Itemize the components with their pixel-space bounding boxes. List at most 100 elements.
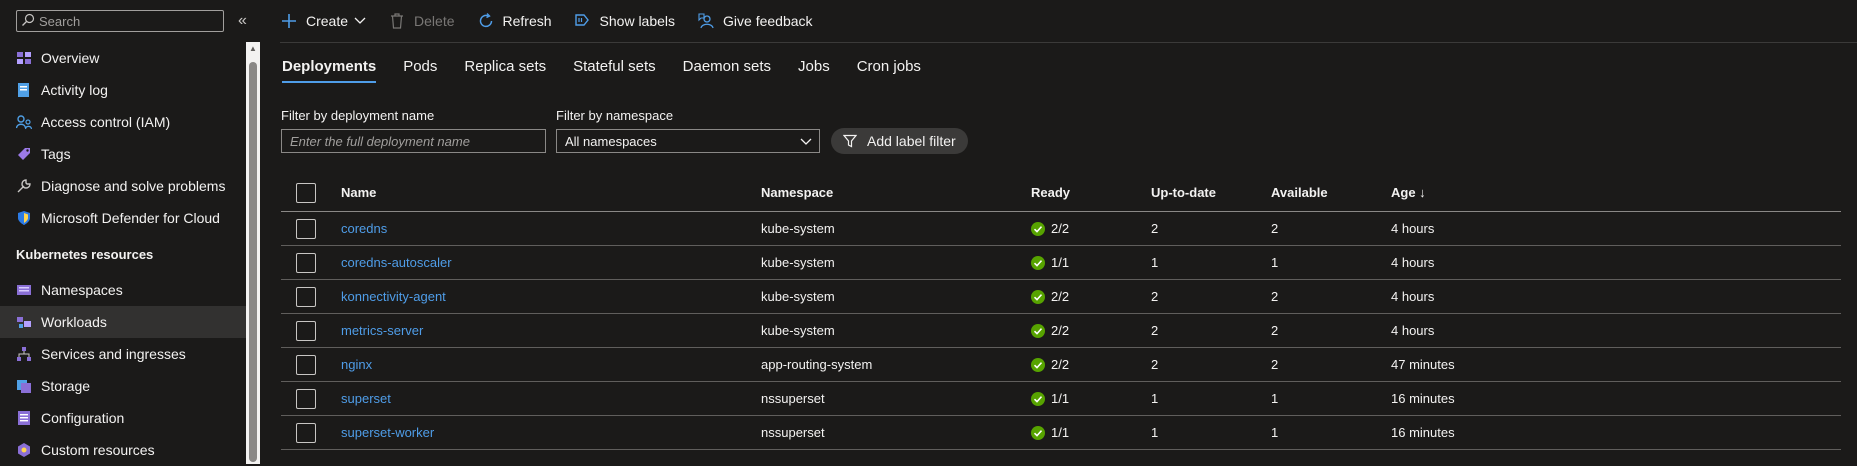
- sidebar-item-tags[interactable]: Tags: [0, 138, 246, 170]
- deployment-name-link[interactable]: konnectivity-agent: [341, 289, 446, 304]
- storage-icon: [16, 378, 32, 394]
- deployment-name-link[interactable]: metrics-server: [341, 323, 423, 338]
- cell-available: 2: [1271, 357, 1279, 372]
- sidebar-item-iam[interactable]: Access control (IAM): [0, 106, 246, 138]
- custom-resources-icon: [16, 442, 32, 458]
- cell-name: superset: [341, 382, 391, 415]
- cell-namespace: nssuperset: [761, 391, 825, 406]
- table-body: coredns kube-system 2/2 2 2 4 hours coredns-au…: [281, 212, 1841, 450]
- filter-icon: [843, 134, 857, 148]
- configuration-icon: [16, 410, 32, 426]
- search-input[interactable]: [35, 12, 221, 30]
- show-labels-button[interactable]: Show labels: [574, 12, 676, 30]
- column-header-available[interactable]: Available: [1271, 174, 1328, 211]
- table-row[interactable]: metrics-server kube-system 2/2 2 2 4 hours: [281, 314, 1841, 348]
- cell-ready: 2/2: [1031, 280, 1069, 313]
- tab-jobs[interactable]: Jobs: [798, 58, 830, 83]
- cell-uptodate: 2: [1151, 289, 1159, 304]
- delete-button[interactable]: Delete: [388, 12, 455, 30]
- row-checkbox[interactable]: [296, 286, 316, 307]
- sidebar: « Overview Activity log Access control (…: [0, 0, 262, 464]
- sidebar-scrollbar-thumb[interactable]: [249, 62, 257, 462]
- success-check-icon: [1031, 221, 1045, 236]
- chevron-down-icon: [354, 13, 366, 29]
- table-row[interactable]: nginx app-routing-system 2/2 2 2 47 minutes: [281, 348, 1841, 382]
- sidebar-item-configuration[interactable]: Configuration: [0, 402, 246, 434]
- row-checkbox-cell: [296, 382, 316, 415]
- sidebar-item-services[interactable]: Services and ingresses: [0, 338, 246, 370]
- sidebar-item-custom-resources[interactable]: Custom resources: [0, 434, 246, 466]
- row-checkbox[interactable]: [296, 388, 316, 409]
- deployment-name-link[interactable]: coredns-autoscaler: [341, 255, 452, 270]
- cell-available: 2: [1271, 221, 1279, 236]
- tab-deployments[interactable]: Deployments: [282, 58, 377, 83]
- cell-uptodate: 2: [1151, 221, 1159, 236]
- deployment-name-link[interactable]: superset-worker: [341, 425, 434, 440]
- sidebar-item-defender[interactable]: Microsoft Defender for Cloud: [0, 202, 246, 234]
- success-check-icon: [1031, 391, 1045, 406]
- select-all-checkbox[interactable]: [296, 182, 316, 203]
- give-feedback-button[interactable]: Give feedback: [697, 12, 813, 30]
- labels-icon: [574, 12, 592, 30]
- row-checkbox[interactable]: [296, 218, 316, 239]
- ready-value: 2/2: [1051, 221, 1070, 236]
- tab-cron-jobs[interactable]: Cron jobs: [857, 58, 921, 83]
- sidebar-item-workloads[interactable]: Workloads: [0, 306, 246, 338]
- deployment-name-link[interactable]: nginx: [341, 357, 372, 372]
- cell-age: 4 hours: [1391, 323, 1435, 338]
- table-row[interactable]: coredns kube-system 2/2 2 2 4 hours: [281, 212, 1841, 246]
- cell-ready: 2/2: [1031, 314, 1069, 347]
- column-header-age[interactable]: Age ↓: [1391, 174, 1426, 211]
- select-all-checkbox-cell: [296, 174, 316, 211]
- row-checkbox[interactable]: [296, 320, 316, 341]
- column-header-ready[interactable]: Ready: [1031, 174, 1070, 211]
- cell-uptodate: 1: [1151, 391, 1159, 406]
- success-check-icon: [1031, 255, 1045, 270]
- deployment-name-filter-input[interactable]: [281, 129, 546, 153]
- give-feedback-label: Give feedback: [723, 13, 813, 29]
- table-row[interactable]: konnectivity-agent kube-system 2/2 2 2 4 hour…: [281, 280, 1841, 314]
- sidebar-item-label: Configuration: [41, 410, 125, 426]
- column-header-namespace[interactable]: Namespace: [761, 174, 833, 211]
- scroll-up-arrow-icon[interactable]: ▲: [248, 44, 258, 54]
- column-header-name[interactable]: Name: [341, 174, 376, 211]
- row-checkbox-cell: [296, 212, 316, 245]
- sidebar-item-overview[interactable]: Overview: [0, 42, 246, 74]
- cell-available: 2: [1271, 323, 1279, 338]
- sidebar-item-label: Activity log: [41, 82, 108, 98]
- namespaces-icon: [16, 282, 32, 298]
- table-row[interactable]: superset nssuperset 1/1 1 1 16 minutes: [281, 382, 1841, 416]
- table-header-row: Name Namespace Ready Up-to-date Availabl…: [281, 174, 1841, 212]
- add-label-filter-button[interactable]: Add label filter: [831, 128, 968, 154]
- sidebar-item-activity-log[interactable]: Activity log: [0, 74, 246, 106]
- tab-stateful-sets[interactable]: Stateful sets: [573, 58, 656, 83]
- search-box[interactable]: [16, 10, 224, 32]
- tab-daemon-sets[interactable]: Daemon sets: [683, 58, 771, 83]
- sidebar-item-label: Diagnose and solve problems: [41, 178, 226, 194]
- table-row[interactable]: superset-worker nssuperset 1/1 1 1 16 minutes: [281, 416, 1841, 450]
- cell-name: metrics-server: [341, 314, 423, 347]
- show-labels-label: Show labels: [599, 13, 676, 29]
- create-button[interactable]: Create: [280, 12, 366, 30]
- column-header-uptodate[interactable]: Up-to-date: [1151, 174, 1216, 211]
- namespace-filter-dropdown[interactable]: All namespaces: [556, 129, 820, 153]
- deployment-name-link[interactable]: coredns: [341, 221, 387, 236]
- sidebar-item-storage[interactable]: Storage: [0, 370, 246, 402]
- row-checkbox[interactable]: [296, 252, 316, 273]
- refresh-label: Refresh: [502, 13, 552, 29]
- row-checkbox[interactable]: [296, 422, 316, 443]
- sidebar-item-diagnose[interactable]: Diagnose and solve problems: [0, 170, 246, 202]
- collapse-sidebar-button[interactable]: «: [238, 12, 247, 30]
- deployment-name-link[interactable]: superset: [341, 391, 391, 406]
- cell-available: 1: [1271, 391, 1279, 406]
- trash-icon: [388, 12, 406, 30]
- tab-replica-sets[interactable]: Replica sets: [464, 58, 546, 83]
- sidebar-item-namespaces[interactable]: Namespaces: [0, 274, 246, 306]
- table-row[interactable]: coredns-autoscaler kube-system 1/1 1 1 4 hour…: [281, 246, 1841, 280]
- tab-pods[interactable]: Pods: [403, 58, 437, 83]
- row-checkbox[interactable]: [296, 354, 316, 375]
- success-check-icon: [1031, 289, 1045, 304]
- filter-namespace-label: Filter by namespace: [556, 108, 674, 123]
- ready-value: 2/2: [1051, 323, 1070, 338]
- refresh-button[interactable]: Refresh: [477, 12, 552, 30]
